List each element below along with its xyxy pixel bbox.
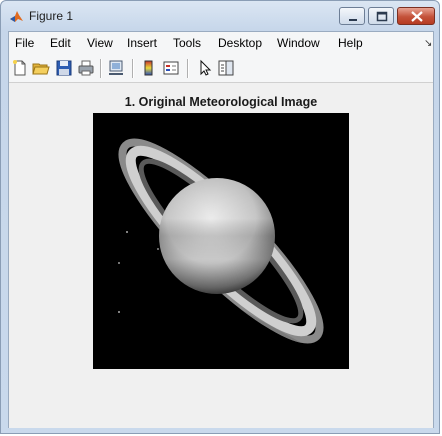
menu-tools[interactable]: Tools bbox=[173, 36, 201, 50]
edit-plot-cursor-icon[interactable] bbox=[196, 59, 214, 77]
saturn-image[interactable] bbox=[93, 113, 349, 369]
insert-legend-icon[interactable] bbox=[162, 59, 180, 77]
menu-edit[interactable]: Edit bbox=[50, 36, 71, 50]
menu-insert[interactable]: Insert bbox=[127, 36, 157, 50]
matlab-logo-icon bbox=[10, 11, 23, 22]
menu-file[interactable]: File bbox=[15, 36, 34, 50]
menu-window[interactable]: Window bbox=[277, 36, 320, 50]
insert-colorbar-icon[interactable] bbox=[140, 59, 158, 77]
open-folder-icon[interactable] bbox=[32, 59, 50, 77]
minimize-button[interactable] bbox=[339, 7, 365, 25]
figure-toolbar bbox=[9, 54, 433, 83]
menu-desktop[interactable]: Desktop bbox=[218, 36, 262, 50]
link-figure-icon[interactable] bbox=[107, 59, 125, 77]
window-title: Figure 1 bbox=[29, 9, 74, 23]
close-button[interactable] bbox=[397, 7, 435, 25]
figure-window: Figure 1 File Edit View Insert Tools Des… bbox=[0, 0, 440, 434]
new-figure-icon[interactable] bbox=[11, 59, 29, 77]
minimize-icon bbox=[349, 19, 357, 21]
title-bar[interactable]: Figure 1 bbox=[1, 1, 439, 31]
print-icon[interactable] bbox=[77, 59, 95, 77]
dock-arrow-icon[interactable]: ↘ bbox=[424, 38, 432, 49]
maximize-icon bbox=[376, 11, 388, 22]
toolbar-separator bbox=[187, 59, 189, 78]
menu-help[interactable]: Help bbox=[338, 36, 363, 50]
menu-bar: File Edit View Insert Tools Desktop Wind… bbox=[9, 32, 433, 55]
save-icon[interactable] bbox=[55, 59, 73, 77]
toolbar-separator bbox=[100, 59, 102, 78]
toolbar-separator bbox=[132, 59, 134, 78]
figure-client-area: File Edit View Insert Tools Desktop Wind… bbox=[8, 31, 434, 428]
figure-canvas: 1. Original Meteorological Image bbox=[9, 83, 433, 428]
property-editor-icon[interactable] bbox=[217, 59, 235, 77]
menu-view[interactable]: View bbox=[87, 36, 113, 50]
maximize-button[interactable] bbox=[368, 7, 394, 25]
axes-title: 1. Original Meteorological Image bbox=[124, 95, 318, 109]
close-icon bbox=[411, 11, 423, 22]
